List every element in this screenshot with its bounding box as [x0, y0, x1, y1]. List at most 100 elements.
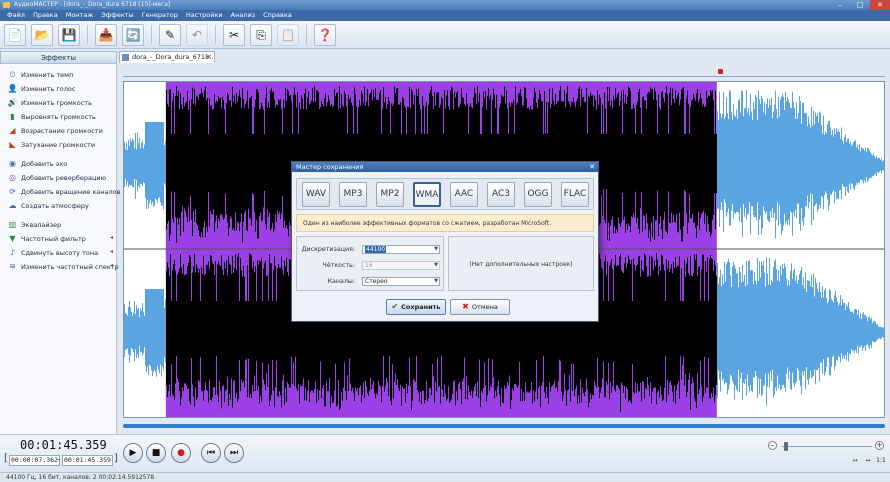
rewind-icon: ⏮ — [206, 447, 216, 458]
effect-item-7[interactable]: ◎ Добавить реверберацию — [8, 172, 106, 183]
zoom-track[interactable] — [782, 446, 872, 447]
field-label-1: Чёткость: — [322, 262, 355, 269]
save-button[interactable]: 💾 — [58, 23, 80, 46]
field-select-2[interactable]: Стерео ▼ — [362, 277, 440, 286]
effect-item-9[interactable]: ☁ Создать атмосферу — [8, 200, 89, 211]
zoom-out-button[interactable]: – — [768, 441, 777, 450]
close-tab-icon[interactable]: ✕ — [206, 52, 212, 63]
export-button[interactable]: 📥 — [95, 23, 117, 46]
horizontal-scrollbar[interactable] — [123, 424, 885, 428]
format-button-mp3[interactable]: MP3 — [339, 182, 367, 207]
effect-item-6[interactable]: ◉ Добавить эхо — [8, 158, 67, 169]
zoom-in-button[interactable]: + — [875, 441, 884, 450]
stop-button[interactable]: ■ — [146, 443, 166, 463]
menu-item-4[interactable]: Генератор — [138, 10, 182, 21]
format-button-wma[interactable]: WMA — [413, 182, 441, 207]
new-file-icon: 📄 — [7, 27, 23, 42]
help-icon: ❓ — [317, 27, 333, 42]
window-controls: – □ ✕ — [830, 0, 890, 10]
menu-bar: Файл Правка Монтаж Эффекты Генератор Настройк… — [0, 10, 890, 21]
playhead-marker[interactable] — [718, 69, 723, 74]
save-button[interactable]: ✔ Сохранить — [386, 299, 446, 315]
document-tabs: dora_-_Dora_dura_6718... ✕ — [117, 51, 890, 63]
open-folder-button[interactable]: 📂 — [31, 23, 53, 46]
menu-item-3[interactable]: Эффекты — [97, 10, 138, 21]
effect-icon: 👤 — [7, 83, 18, 93]
forward-icon: ⏭ — [229, 447, 239, 458]
format-button-mp2[interactable]: MP2 — [376, 182, 404, 207]
refresh-icon: 🔄 — [125, 27, 141, 42]
menu-item-5[interactable]: Настройки — [182, 10, 227, 21]
menu-item-0[interactable]: Файл — [3, 10, 29, 21]
field-select-0[interactable]: 44100 ▼ — [362, 245, 440, 254]
field-value: 44100 — [365, 246, 387, 253]
view-button-2[interactable]: 1:1 — [876, 456, 886, 465]
rewind-button[interactable]: ⏮ — [201, 443, 221, 463]
view-button-1[interactable]: ↔ — [863, 456, 873, 465]
effect-item-13[interactable]: ≋ Изменить частотный спектр — [8, 261, 119, 272]
menu-item-6[interactable]: Анализ — [227, 10, 260, 21]
export-icon: 📥 — [98, 27, 114, 42]
cross-icon: ✖ — [462, 302, 469, 311]
effect-icon: ≋ — [9, 261, 16, 271]
minimize-button[interactable]: – — [830, 0, 850, 10]
play-button[interactable]: ▶ — [123, 443, 143, 463]
document-tab[interactable]: dora_-_Dora_dura_6718... ✕ — [119, 51, 215, 63]
toolbar-separator — [151, 24, 152, 45]
cut-button[interactable]: ✂ — [223, 23, 245, 46]
effect-item-3[interactable]: ▮ Выровнять громкость — [8, 111, 96, 122]
effect-item-11[interactable]: ▼ Частотный фильтр — [8, 233, 86, 244]
selection-end-field[interactable]: 00:01:45.359 — [62, 455, 113, 466]
format-button-ogg[interactable]: OGG — [524, 182, 552, 207]
menu-item-1[interactable]: Правка — [29, 10, 62, 21]
effect-item-0[interactable]: ⏲ Изменить темп — [8, 69, 73, 80]
format-selector: WAV MP3 MP2 WMA AAC AC3 OGG FLAC — [296, 178, 594, 210]
expand-arrow-icon[interactable]: ◂ — [110, 262, 113, 269]
expand-arrow-icon[interactable]: ◂ — [110, 234, 113, 241]
expand-arrow-icon[interactable]: ◂ — [110, 248, 113, 255]
close-window-button[interactable]: ✕ — [870, 0, 890, 10]
effect-item-4[interactable]: ◢ Возрастание громкости — [8, 125, 102, 136]
effect-item-1[interactable]: 👤 Изменить голос — [7, 83, 76, 94]
format-button-aac[interactable]: AAC — [450, 182, 478, 207]
effect-item-5[interactable]: ◣ Затухание громкости — [8, 139, 95, 150]
effect-label: Добавить эхо — [21, 159, 68, 168]
menu-item-2[interactable]: Монтаж — [62, 10, 97, 21]
chevron-down-icon: ▼ — [434, 278, 438, 284]
effects-panel-header: Эффекты — [0, 51, 117, 64]
edit-button[interactable]: ✎ — [159, 23, 181, 46]
window-titlebar: АудиоМАСТЕР - [dora_-_Dora_dura 6718 [15… — [0, 0, 890, 10]
effect-icon: ▥ — [8, 219, 17, 229]
refresh-button[interactable]: 🔄 — [122, 23, 144, 46]
toolbar-separator — [215, 24, 216, 45]
dialog-close-icon[interactable]: ✕ — [589, 162, 595, 172]
format-button-wav[interactable]: WAV — [302, 182, 330, 207]
field-select-1: 16 ▼ — [362, 261, 440, 270]
menu-item-7[interactable]: Справка — [259, 10, 296, 21]
effect-item-8[interactable]: ⟳ Добавить вращение каналов — [8, 186, 120, 197]
format-button-flac[interactable]: FLAC — [561, 182, 589, 207]
effect-item-12[interactable]: ♪ Сдвинуть высоту тона — [8, 247, 98, 258]
open-folder-icon: 📂 — [34, 27, 50, 42]
forward-button[interactable]: ⏭ — [224, 443, 244, 463]
paste-button[interactable]: 📋 — [277, 23, 299, 46]
toolbar-separator — [306, 24, 307, 45]
record-button[interactable]: ● — [171, 443, 191, 463]
undo-button[interactable]: ↶ — [186, 23, 208, 46]
effect-icon: ▮ — [10, 111, 15, 121]
new-file-button[interactable]: 📄 — [4, 23, 26, 46]
effect-item-10[interactable]: ▥ Эквалайзер — [8, 219, 62, 230]
dialog-titlebar: Мастер сохранения ✕ — [292, 162, 598, 172]
cancel-button[interactable]: ✖ Отмена — [450, 299, 510, 315]
help-button[interactable]: ❓ — [314, 23, 336, 46]
selection-start-field[interactable]: 00:00:07.362 — [9, 455, 60, 466]
format-button-ac3[interactable]: AC3 — [487, 182, 515, 207]
extra-settings-note: (Нет дополнительных настроек) — [448, 236, 594, 291]
zoom-slider-thumb[interactable] — [784, 442, 788, 451]
view-button-0[interactable]: ↔ — [850, 456, 860, 465]
effect-item-2[interactable]: 🔊 Изменить громкость — [8, 97, 92, 108]
chevron-down-icon: ▼ — [434, 262, 438, 268]
timeline-ruler[interactable] — [123, 72, 885, 77]
copy-button[interactable]: ⎘ — [250, 23, 272, 46]
maximize-button[interactable]: □ — [850, 0, 870, 10]
